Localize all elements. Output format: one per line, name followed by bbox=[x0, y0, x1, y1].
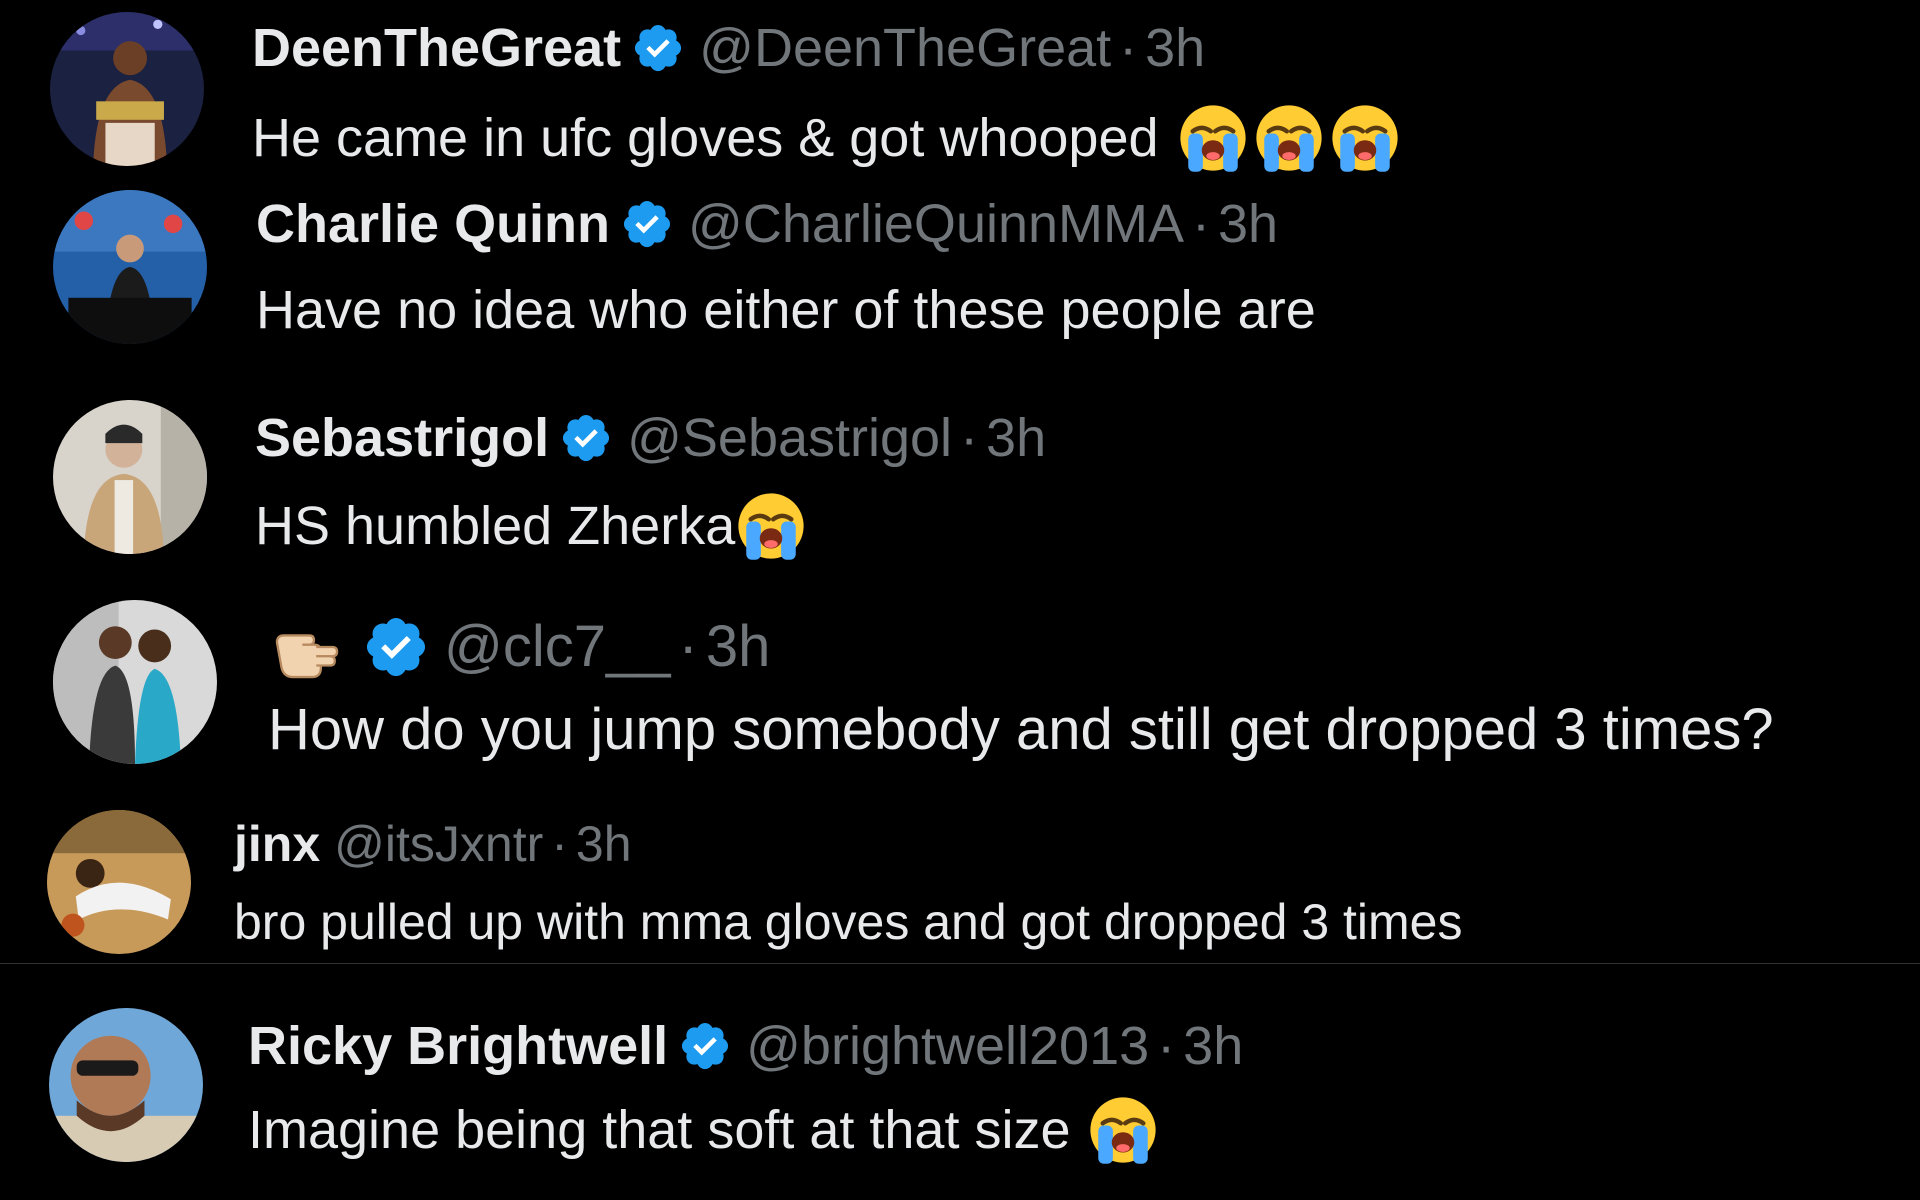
avatar[interactable] bbox=[50, 12, 204, 166]
display-name[interactable]: DeenTheGreat bbox=[252, 16, 621, 80]
display-name[interactable]: Sebastrigol bbox=[255, 406, 549, 470]
display-name[interactable]: jinx bbox=[234, 812, 320, 876]
reply-text: bro pulled up with mma gloves and got dr… bbox=[234, 894, 1463, 950]
timestamp[interactable]: 3h bbox=[1145, 16, 1205, 80]
loudly-crying-face-icon bbox=[735, 490, 807, 562]
user-handle[interactable]: @Sebastrigol bbox=[627, 406, 952, 470]
separator-dot: · bbox=[678, 614, 698, 679]
display-name[interactable]: Ricky Brightwell bbox=[248, 1014, 668, 1078]
user-handle[interactable]: @DeenTheGreat bbox=[699, 16, 1111, 80]
user-handle[interactable]: @CharlieQuinnMMA bbox=[688, 192, 1184, 256]
loudly-crying-face-icon bbox=[1253, 102, 1325, 174]
separator-dot: · bbox=[1157, 1016, 1176, 1076]
verified-badge-icon bbox=[362, 613, 430, 681]
reply-text: How do you jump somebody and still get d… bbox=[268, 697, 1774, 762]
separator-dot: · bbox=[1192, 194, 1210, 254]
avatar[interactable] bbox=[53, 400, 207, 554]
timestamp[interactable]: 3h bbox=[706, 615, 771, 679]
loudly-crying-face-icon bbox=[1329, 102, 1401, 174]
timestamp[interactable]: 3h bbox=[576, 812, 632, 876]
verified-badge-icon bbox=[631, 21, 685, 75]
timestamp[interactable]: 3h bbox=[1218, 192, 1278, 256]
verified-badge-icon bbox=[678, 1019, 732, 1073]
avatar[interactable] bbox=[53, 600, 217, 764]
reply-text: He came in ufc gloves & got whooped bbox=[252, 108, 1159, 168]
verified-badge-icon bbox=[620, 197, 674, 251]
separator-dot: · bbox=[1119, 18, 1138, 78]
display-name[interactable]: Charlie Quinn bbox=[256, 192, 610, 256]
reply-text: Imagine being that soft at that size bbox=[248, 1100, 1071, 1160]
verified-badge-icon bbox=[559, 411, 613, 465]
loudly-crying-face-icon bbox=[1087, 1094, 1159, 1166]
avatar[interactable] bbox=[47, 810, 191, 954]
user-handle[interactable]: @brightwell2013 bbox=[746, 1014, 1149, 1078]
avatar[interactable] bbox=[53, 190, 207, 344]
reply-text: HS humbled Zherka bbox=[255, 496, 736, 556]
user-handle[interactable]: @clc7__ bbox=[444, 615, 671, 679]
loudly-crying-face-icon bbox=[1177, 102, 1249, 174]
separator-dot: · bbox=[551, 816, 568, 872]
timestamp[interactable]: 3h bbox=[1183, 1014, 1243, 1078]
avatar[interactable] bbox=[49, 1008, 203, 1162]
backhand-index-pointing-left-icon bbox=[270, 610, 344, 684]
separator-dot: · bbox=[960, 408, 979, 468]
divider bbox=[0, 963, 1920, 964]
timestamp[interactable]: 3h bbox=[986, 406, 1046, 470]
reply-text: Have no idea who either of these people … bbox=[256, 280, 1316, 340]
user-handle[interactable]: @itsJxntr bbox=[334, 812, 543, 876]
